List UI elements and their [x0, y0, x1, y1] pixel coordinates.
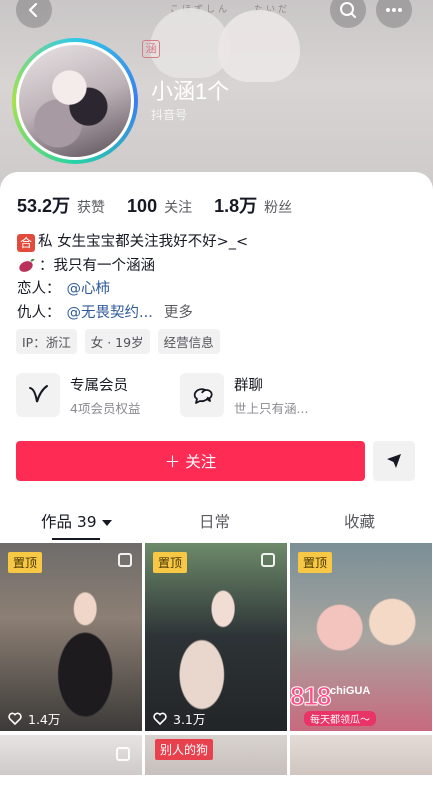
video-thumbnail[interactable]: 别人的狗	[145, 735, 287, 775]
he-badge-icon: 合	[17, 233, 35, 252]
multi-image-icon	[261, 553, 275, 567]
stats-row: 53.2万 获赞 100 关注 1.8万 粉丝	[17, 192, 292, 218]
stat-label: 关注	[164, 200, 193, 216]
promo-brand: chiGUA	[330, 685, 371, 697]
chevron-left-icon	[28, 2, 38, 18]
bio-line: 恋人： @心柿	[17, 278, 248, 302]
heart-icon	[153, 712, 167, 725]
ip-location-tag: IP：浙江	[16, 329, 77, 354]
like-count-value: 3.1万	[173, 712, 206, 727]
stat-value: 1.8万	[214, 196, 258, 216]
more-button[interactable]	[376, 0, 412, 28]
tab-works-label: 作品 39	[41, 513, 97, 531]
heart-icon	[8, 712, 22, 725]
services-row: 专属会员 4项会员权益 群聊 世上只有涵...	[16, 372, 416, 418]
video-thumbnail[interactable]	[0, 735, 142, 775]
bio-line: 合 私 女生宝宝都关注我好不好>_<	[17, 231, 248, 255]
share-button[interactable]	[373, 441, 415, 481]
caret-down-icon	[101, 519, 112, 526]
bio-text: ：我只有一个涵涵	[39, 257, 155, 274]
like-count: 1.4万	[8, 709, 60, 728]
video-thumbnail[interactable]: 置顶 3.1万	[145, 543, 287, 731]
group-chat-text: 群聊 世上只有涵...	[234, 374, 308, 417]
group-chat-title: 群聊	[234, 377, 263, 394]
membership-v-icon	[16, 373, 60, 417]
stat-likes[interactable]: 53.2万 获赞	[17, 192, 105, 218]
avatar[interactable]	[12, 38, 138, 164]
multi-image-icon	[116, 747, 130, 761]
follow-button[interactable]: ＋ 关注	[16, 441, 365, 481]
video-thumbnail[interactable]: 置顶 818 chiGUA 每天都领瓜～	[290, 543, 432, 731]
bio-line: 仇人： @无畏契约... 更多	[17, 302, 248, 326]
stat-following[interactable]: 100 关注	[127, 196, 192, 217]
stat-followers[interactable]: 1.8万 粉丝	[214, 192, 292, 218]
stat-label: 获赞	[77, 200, 106, 216]
group-chat-entry[interactable]: 群聊 世上只有涵...	[180, 372, 308, 418]
bio-label: 仇人：	[17, 304, 61, 321]
content-tabs: 作品 39 日常 收藏	[0, 504, 433, 540]
banner-seal: 涵	[142, 40, 160, 58]
bio-label: 恋人：	[17, 281, 61, 297]
mention-link[interactable]: @无畏契约...	[67, 302, 153, 326]
like-count-value: 1.4万	[28, 712, 61, 727]
mention-link[interactable]: @心柿	[67, 278, 111, 302]
bio: 合 私 女生宝宝都关注我好不好>_< ：我只有一个涵涵 恋人： @心柿 仇人： …	[17, 231, 248, 325]
bio-line: ：我只有一个涵涵	[17, 255, 248, 279]
business-info-tag[interactable]: 经营信息	[157, 329, 220, 354]
video-caption-badge: 别人的狗	[155, 739, 214, 760]
active-tab-indicator	[52, 538, 100, 540]
multi-image-icon	[118, 553, 132, 567]
gender-age-tag: 女 · 19岁	[84, 329, 150, 354]
promo-overlay: 818 chiGUA 每天都领瓜～	[290, 681, 432, 731]
stat-label: 粉丝	[264, 200, 293, 216]
pinned-badge: 置顶	[298, 552, 333, 573]
membership-text: 专属会员 4项会员权益	[70, 374, 140, 417]
more-dots-icon	[386, 8, 402, 12]
group-chat-icon	[180, 373, 224, 417]
douyin-id[interactable]: 抖音号	[151, 106, 187, 123]
send-icon	[387, 454, 401, 468]
membership-entry[interactable]: 专属会员 4项会员权益	[16, 372, 140, 418]
pinned-badge: 置顶	[153, 552, 188, 573]
membership-title: 专属会员	[70, 377, 128, 394]
video-thumbnail[interactable]	[290, 735, 432, 775]
stat-value: 53.2万	[17, 196, 71, 216]
back-button[interactable]	[16, 0, 52, 28]
profile-banner: こほずしん たいだ 涵 小涵1个 抖音号	[0, 0, 433, 190]
like-count: 3.1万	[153, 709, 205, 728]
profile-tags: IP：浙江 女 · 19岁 经营信息	[16, 329, 220, 354]
promo-number: 818	[290, 681, 332, 712]
stat-value: 100	[127, 196, 158, 216]
bio-more-link[interactable]: 更多	[164, 302, 193, 326]
nickname: 小涵1个	[151, 79, 230, 104]
banner-cat-illustration-right	[218, 10, 300, 82]
search-button[interactable]	[330, 0, 366, 28]
promo-subtitle: 每天都领瓜～	[304, 711, 376, 726]
avatar-image	[16, 42, 134, 160]
video-thumbnail[interactable]: 置顶 1.4万	[0, 543, 142, 731]
tab-favorites[interactable]: 收藏	[344, 510, 375, 532]
sweet-potato-icon	[19, 259, 35, 273]
group-chat-subtitle: 世上只有涵...	[234, 400, 309, 416]
profile-card: 53.2万 获赞 100 关注 1.8万 粉丝 合 私 女生宝宝都关注我好不好>…	[0, 172, 433, 789]
bio-text: 私 女生宝宝都关注我好不好>_<	[38, 234, 249, 250]
search-icon	[340, 2, 356, 18]
membership-subtitle: 4项会员权益	[70, 400, 141, 416]
pinned-badge: 置顶	[8, 552, 43, 573]
tab-daily[interactable]: 日常	[199, 510, 230, 532]
tab-works[interactable]: 作品 39	[41, 510, 112, 532]
